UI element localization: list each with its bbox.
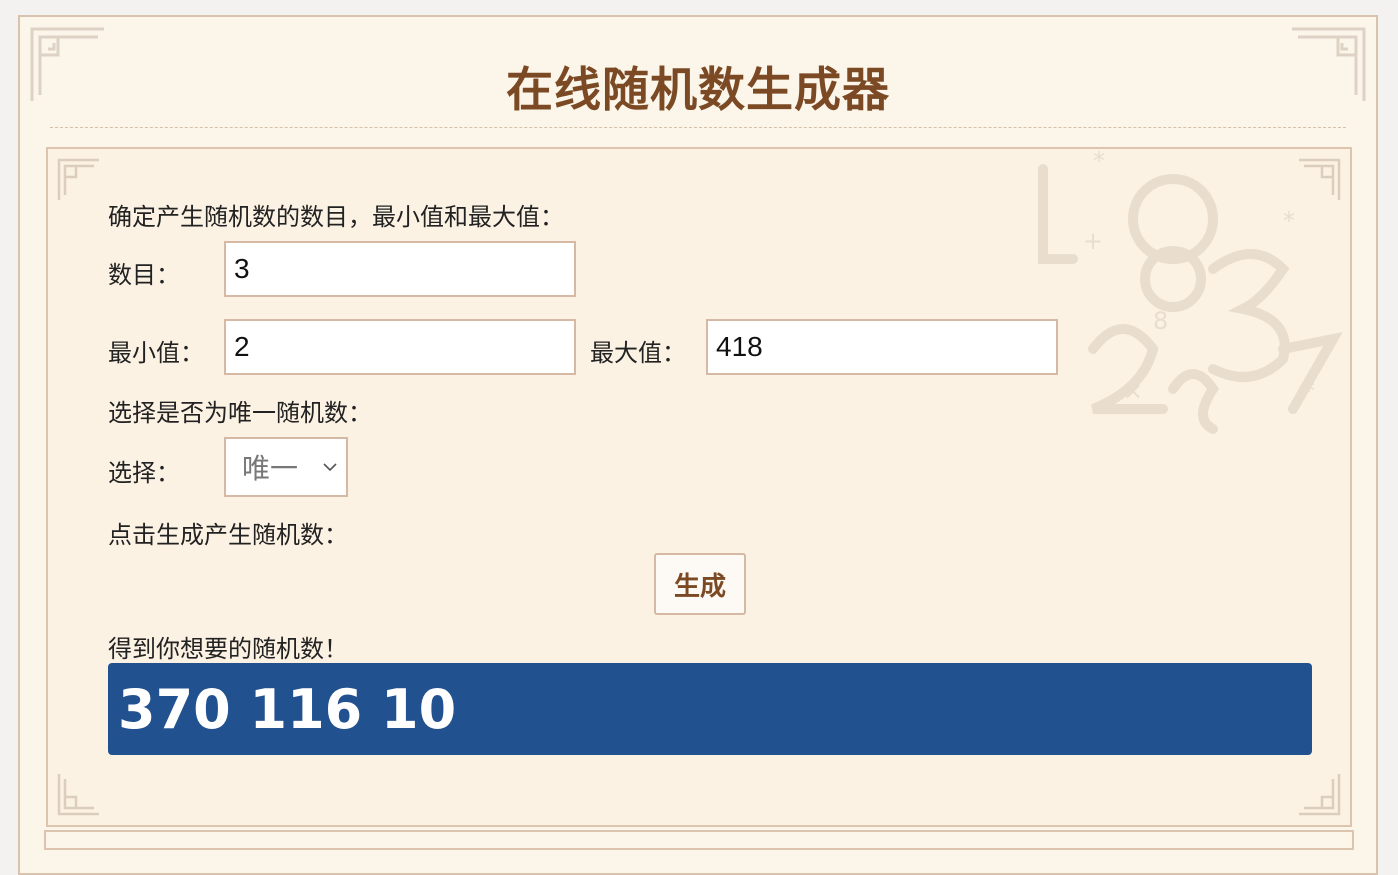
numbers-background-decoration: * + * 8 * × [1033, 149, 1350, 449]
count-input[interactable] [224, 241, 576, 297]
select-label: 选择： [108, 459, 180, 487]
unique-select-value: 唯一 [242, 452, 299, 485]
unique-prompt: 选择是否为唯一随机数： [108, 399, 372, 427]
ornament-corner-icon [56, 771, 102, 817]
svg-text:*: * [1303, 377, 1315, 405]
svg-text:*: * [1093, 149, 1105, 175]
title-divider [50, 127, 1346, 128]
page-frame: 在线随机数生成器 * + * 8 * × 确定产生随机数的数目，最小值和最大值：… [18, 15, 1378, 875]
intro-label: 确定产生随机数的数目，最小值和最大值： [108, 203, 564, 231]
next-section-frame [44, 830, 1354, 850]
ornament-corner-icon [1296, 771, 1342, 817]
max-label: 最大值： [590, 339, 686, 367]
svg-text:*: * [1283, 207, 1295, 235]
result-prompt: 得到你想要的随机数！ [108, 635, 348, 663]
chevron-down-icon [323, 463, 337, 472]
svg-text:8: 8 [1153, 307, 1168, 335]
count-label: 数目： [108, 261, 180, 289]
min-input[interactable] [224, 319, 576, 375]
min-label: 最小值： [108, 339, 204, 367]
max-input[interactable] [706, 319, 1058, 375]
generator-panel: * + * 8 * × 确定产生随机数的数目，最小值和最大值： 数目： 最小值：… [46, 147, 1352, 827]
svg-text:×: × [1123, 377, 1143, 405]
result-output: 370 116 10 [108, 663, 1312, 755]
generate-button[interactable]: 生成 [654, 553, 746, 615]
page-title: 在线随机数生成器 [506, 63, 890, 118]
generate-prompt: 点击生成产生随机数： [108, 521, 348, 549]
unique-select[interactable]: 唯一 [224, 437, 348, 497]
svg-text:+: + [1083, 227, 1103, 255]
ornament-corner-icon [56, 157, 102, 203]
